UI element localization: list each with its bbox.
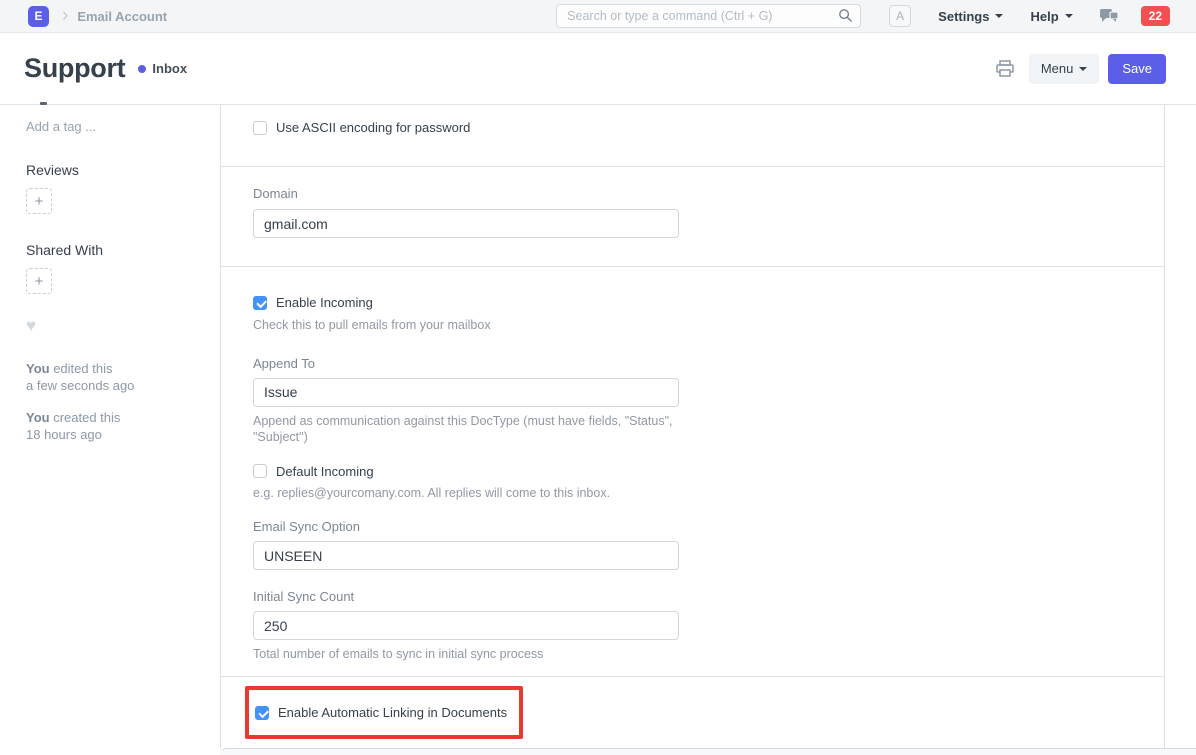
- shared-with-heading: Shared With: [26, 242, 220, 258]
- navbar: E › Email Account A Settings Help 22: [0, 0, 1196, 33]
- enable-incoming-checkbox[interactable]: [253, 296, 267, 310]
- notification-badge[interactable]: 22: [1141, 6, 1170, 26]
- append-to-label: Append To: [253, 356, 1132, 371]
- auto-linking-checkbox[interactable]: [255, 706, 269, 720]
- append-to-input[interactable]: [253, 378, 679, 407]
- created-action: created this: [50, 410, 121, 425]
- add-review-button[interactable]: +: [26, 188, 52, 214]
- add-share-button[interactable]: +: [26, 268, 52, 294]
- save-button[interactable]: Save: [1108, 54, 1166, 84]
- form-sidebar: Add a tag ... Reviews + Shared With + ♥ …: [0, 105, 220, 755]
- reviews-heading: Reviews: [26, 162, 220, 178]
- print-icon[interactable]: [995, 60, 1015, 78]
- chat-icon[interactable]: [1099, 8, 1119, 25]
- chevron-down-icon: [1065, 14, 1073, 18]
- email-sync-option-input[interactable]: [253, 541, 679, 570]
- form-content: Use ASCII encoding for password Domain E…: [220, 105, 1196, 755]
- page-actions: Menu Save: [995, 54, 1196, 84]
- settings-menu[interactable]: Settings: [938, 9, 1003, 24]
- section-auto-linking: Enable Automatic Linking in Documents: [221, 677, 1164, 748]
- annotation-highlight: Enable Automatic Linking in Documents: [245, 686, 523, 739]
- status-dot: [138, 65, 146, 73]
- form-box: Use ASCII encoding for password Domain E…: [220, 105, 1165, 748]
- edited-activity: You edited this a few seconds ago: [26, 360, 220, 394]
- append-to-description: Append as communication against this Doc…: [253, 413, 683, 446]
- domain-input[interactable]: [253, 209, 679, 238]
- like-icon[interactable]: ♥: [26, 316, 220, 336]
- app-logo[interactable]: E: [28, 6, 49, 27]
- help-label: Help: [1030, 9, 1058, 24]
- chevron-right-icon: ›: [62, 6, 68, 25]
- edited-by: You: [26, 361, 50, 376]
- clipped-element: [40, 102, 47, 105]
- main-area: Add a tag ... Reviews + Shared With + ♥ …: [0, 105, 1196, 755]
- app-window: E › Email Account A Settings Help 22 Sup…: [0, 0, 1196, 755]
- section-domain: Domain: [221, 167, 1164, 267]
- menu-button-label: Menu: [1041, 61, 1074, 76]
- global-search: [556, 4, 861, 28]
- section-incoming: Enable Incoming Check this to pull email…: [221, 267, 1164, 677]
- avatar[interactable]: A: [889, 5, 911, 27]
- page-head: Support Inbox Menu Save: [0, 33, 1196, 105]
- edited-when: a few seconds ago: [26, 378, 134, 393]
- email-sync-option-label: Email Sync Option: [253, 519, 1132, 534]
- next-section-edge: [220, 748, 1196, 755]
- auto-linking-label[interactable]: Enable Automatic Linking in Documents: [278, 705, 507, 720]
- menu-button[interactable]: Menu: [1029, 54, 1100, 84]
- created-by: You: [26, 410, 50, 425]
- chevron-down-icon: [1079, 67, 1087, 71]
- search-input[interactable]: [556, 4, 861, 28]
- chevron-down-icon: [995, 14, 1003, 18]
- save-button-label: Save: [1122, 61, 1152, 76]
- enable-incoming-label[interactable]: Enable Incoming: [276, 295, 373, 310]
- ascii-password-label[interactable]: Use ASCII encoding for password: [276, 120, 470, 135]
- initial-sync-count-description: Total number of emails to sync in initia…: [253, 646, 1132, 663]
- created-activity: You created this 18 hours ago: [26, 409, 220, 443]
- section-ascii: Use ASCII encoding for password: [221, 105, 1164, 167]
- page-title: Support: [24, 53, 125, 84]
- default-incoming-label[interactable]: Default Incoming: [276, 464, 374, 479]
- default-incoming-checkbox[interactable]: [253, 464, 267, 478]
- ascii-password-checkbox[interactable]: [253, 121, 267, 135]
- edited-action: edited this: [50, 361, 113, 376]
- enable-incoming-description: Check this to pull emails from your mail…: [253, 317, 1132, 334]
- default-incoming-description: e.g. replies@yourcomany.com. All replies…: [253, 485, 1132, 502]
- search-icon: [838, 8, 853, 28]
- status-badge: Inbox: [152, 61, 187, 76]
- created-when: 18 hours ago: [26, 427, 102, 442]
- help-menu[interactable]: Help: [1030, 9, 1072, 24]
- add-tag-link[interactable]: Add a tag ...: [26, 119, 220, 134]
- domain-label: Domain: [253, 186, 1132, 201]
- settings-label: Settings: [938, 9, 989, 24]
- initial-sync-count-label: Initial Sync Count: [253, 589, 1132, 604]
- initial-sync-count-input[interactable]: [253, 611, 679, 640]
- breadcrumb[interactable]: Email Account: [77, 9, 167, 24]
